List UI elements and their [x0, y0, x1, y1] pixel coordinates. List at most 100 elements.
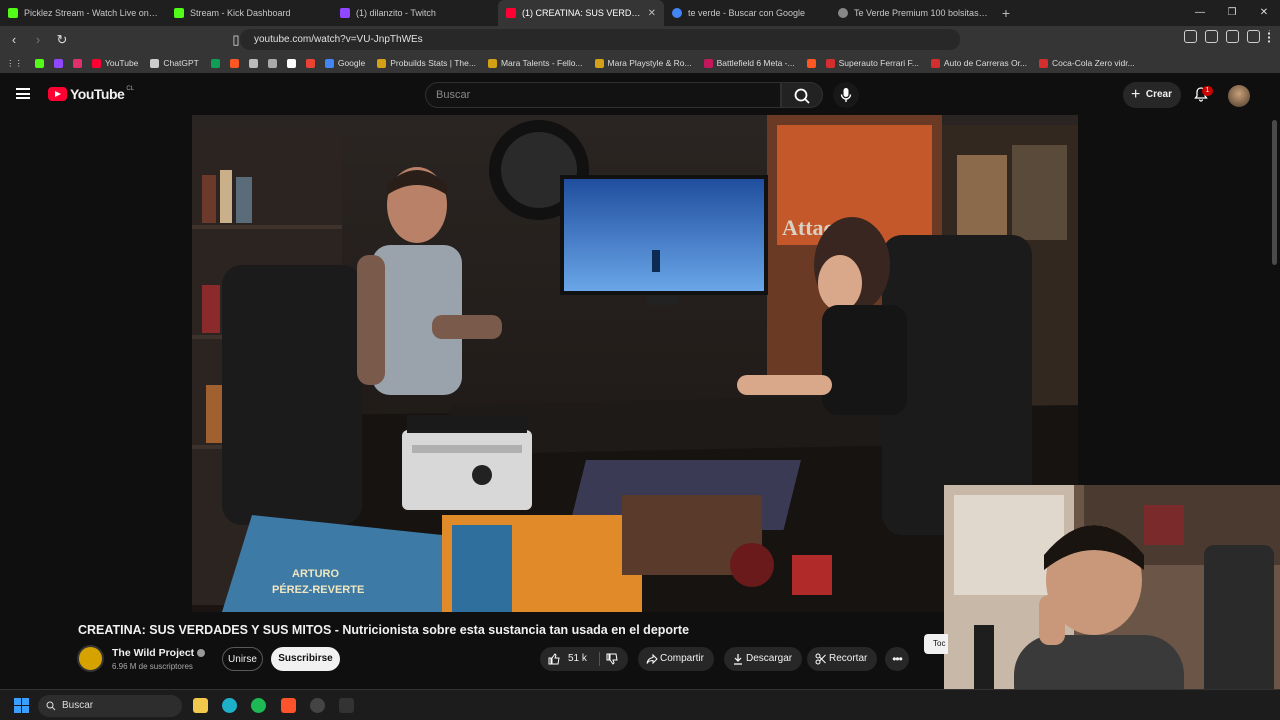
download-button[interactable]: Descargar — [724, 647, 803, 671]
back-icon[interactable]: ‹ — [4, 32, 24, 47]
bookmark-favicon-icon — [806, 58, 816, 68]
youtube-favicon-icon — [506, 8, 516, 18]
browser-tab-active[interactable]: (1) CREATINA: SUS VERDADES ✕ — [498, 0, 664, 26]
bookmark-favicon-icon — [487, 58, 497, 68]
close-tab-icon[interactable]: ✕ — [648, 8, 656, 19]
browser-tab[interactable]: Stream - Kick Dashboard — [166, 0, 332, 26]
more-actions-button[interactable]: ••• — [885, 647, 909, 671]
browser-tab[interactable]: Picklez Stream - Watch Live on Kick — [0, 0, 166, 26]
bookmark-favicon-icon — [1039, 58, 1049, 68]
channel-name[interactable]: The Wild Project — [112, 647, 206, 659]
extension-icon[interactable] — [1226, 30, 1239, 43]
bookmark-item[interactable] — [73, 58, 86, 68]
bookmark-item[interactable]: ChatGPT — [150, 58, 199, 68]
brave-icon[interactable] — [281, 698, 296, 713]
join-button[interactable]: Unirse — [222, 647, 263, 671]
thumbs-down-icon[interactable] — [606, 653, 618, 665]
bookmark-item[interactable] — [210, 58, 224, 68]
bookmark-item[interactable] — [248, 58, 262, 68]
bookmark-favicon-icon — [92, 58, 101, 68]
microphone-icon — [840, 88, 852, 102]
like-button[interactable]: 51 k — [540, 647, 628, 671]
bookmark-favicon-icon — [825, 58, 835, 68]
bookmark-item[interactable]: Superauto Ferrari F... — [825, 58, 919, 68]
bookmark-favicon-icon — [248, 58, 258, 68]
page-scrollbar[interactable] — [1272, 120, 1277, 265]
bookmark-item[interactable]: Auto de Carreras Or... — [930, 58, 1027, 68]
share-icon — [646, 653, 658, 665]
thumbs-up-icon — [548, 653, 560, 665]
plus-icon: + — [1131, 86, 1141, 103]
bookmark-item[interactable]: Mara Playstyle & Ro... — [594, 58, 692, 68]
address-bar-row: ‹ › ↻ ▯ youtube.com/watch?v=VU-JnpThWEs — [0, 26, 1280, 53]
like-count: 51 k — [568, 653, 587, 664]
epic-games-icon[interactable] — [339, 698, 354, 713]
scissors-icon — [815, 653, 826, 665]
bookmark-item[interactable] — [806, 58, 820, 68]
window-controls: — ❐ ✕ — [1184, 0, 1280, 26]
apps-icon[interactable]: ⋮⋮ — [6, 58, 23, 69]
url-bar[interactable]: youtube.com/watch?v=VU-JnpThWEs — [240, 29, 960, 50]
channel-avatar[interactable] — [77, 645, 104, 672]
close-window-icon[interactable]: ✕ — [1248, 0, 1280, 26]
voice-search-button[interactable] — [833, 82, 859, 108]
bookmark-item[interactable] — [229, 58, 243, 68]
maximize-icon[interactable]: ❐ — [1216, 0, 1248, 26]
download-icon — [734, 654, 742, 665]
bookmark-item[interactable] — [54, 58, 67, 68]
extension-icon[interactable] — [1205, 30, 1218, 43]
webcam-image — [944, 485, 1280, 720]
minimize-icon[interactable]: — — [1184, 0, 1216, 26]
menu-icon[interactable] — [16, 88, 30, 99]
subscribe-button[interactable]: Suscribirse — [271, 647, 340, 671]
file-explorer-icon[interactable] — [193, 698, 208, 713]
bookmark-item[interactable] — [305, 58, 319, 68]
create-button[interactable]: + Crear — [1123, 82, 1181, 108]
svg-text:ARTURO: ARTURO — [292, 568, 339, 580]
like-divider — [599, 652, 600, 666]
search-button[interactable] — [781, 82, 823, 108]
windows-start-icon[interactable] — [14, 698, 29, 713]
share-button[interactable]: Compartir — [638, 647, 714, 671]
bookmark-item[interactable]: Google — [324, 58, 365, 68]
new-tab-icon[interactable]: + — [996, 5, 1016, 21]
browser-tab[interactable]: (1) dilanzito - Twitch — [332, 0, 498, 26]
browser-tab[interactable]: te verde - Buscar con Google — [664, 0, 830, 26]
bookmark-item[interactable]: Battlefield 6 Meta -... — [703, 58, 795, 68]
bookmark-favicon-icon — [305, 58, 315, 68]
search-input[interactable]: Buscar — [425, 82, 781, 108]
more-icon: ••• — [892, 652, 903, 666]
obs-icon[interactable] — [310, 698, 325, 713]
subscriber-count: 6.96 M de suscriptores — [112, 662, 193, 671]
clip-button[interactable]: Recortar — [807, 647, 878, 671]
bookmark-item[interactable] — [267, 58, 281, 68]
bookmark-item[interactable]: Mara Talents - Fello... — [487, 58, 583, 68]
kick-favicon-icon — [8, 8, 18, 18]
bookmark-favicon-icon — [594, 58, 604, 68]
user-avatar[interactable] — [1228, 85, 1250, 107]
browser-tab-strip: Picklez Stream - Watch Live on Kick Stre… — [0, 0, 1280, 26]
youtube-play-icon — [48, 87, 67, 101]
bookmark-item[interactable]: Probuilds Stats | The... — [377, 58, 476, 68]
extension-icon[interactable] — [1184, 30, 1197, 43]
bookmark-item[interactable] — [35, 58, 48, 68]
taskbar-search[interactable]: Buscar — [38, 695, 182, 717]
bookmark-favicon-icon — [286, 58, 296, 68]
bookmark-favicon-icon — [73, 58, 82, 68]
globe-favicon-icon — [838, 8, 848, 18]
forward-icon[interactable]: › — [28, 32, 48, 47]
bookmark-item[interactable]: Coca-Cola Zero vidr... — [1039, 58, 1135, 68]
menu-icon[interactable] — [1268, 30, 1272, 43]
extension-icon[interactable] — [1247, 30, 1260, 43]
youtube-logo[interactable]: YouTube CL — [48, 86, 134, 102]
windows-taskbar: Buscar — [0, 689, 1280, 720]
reload-icon[interactable]: ↻ — [52, 32, 72, 48]
bookmark-item[interactable] — [286, 58, 300, 68]
bookmark-item[interactable]: YouTube — [92, 58, 138, 68]
browser-tab[interactable]: Te Verde Premium 100 bolsitas - Té y — [830, 0, 996, 26]
edge-icon[interactable] — [222, 698, 237, 713]
bookmark-favicon-icon — [377, 58, 387, 68]
spotify-icon[interactable] — [251, 698, 266, 713]
svg-text:PÉREZ-REVERTE: PÉREZ-REVERTE — [272, 583, 364, 596]
bookmark-favicon-icon — [267, 58, 277, 68]
